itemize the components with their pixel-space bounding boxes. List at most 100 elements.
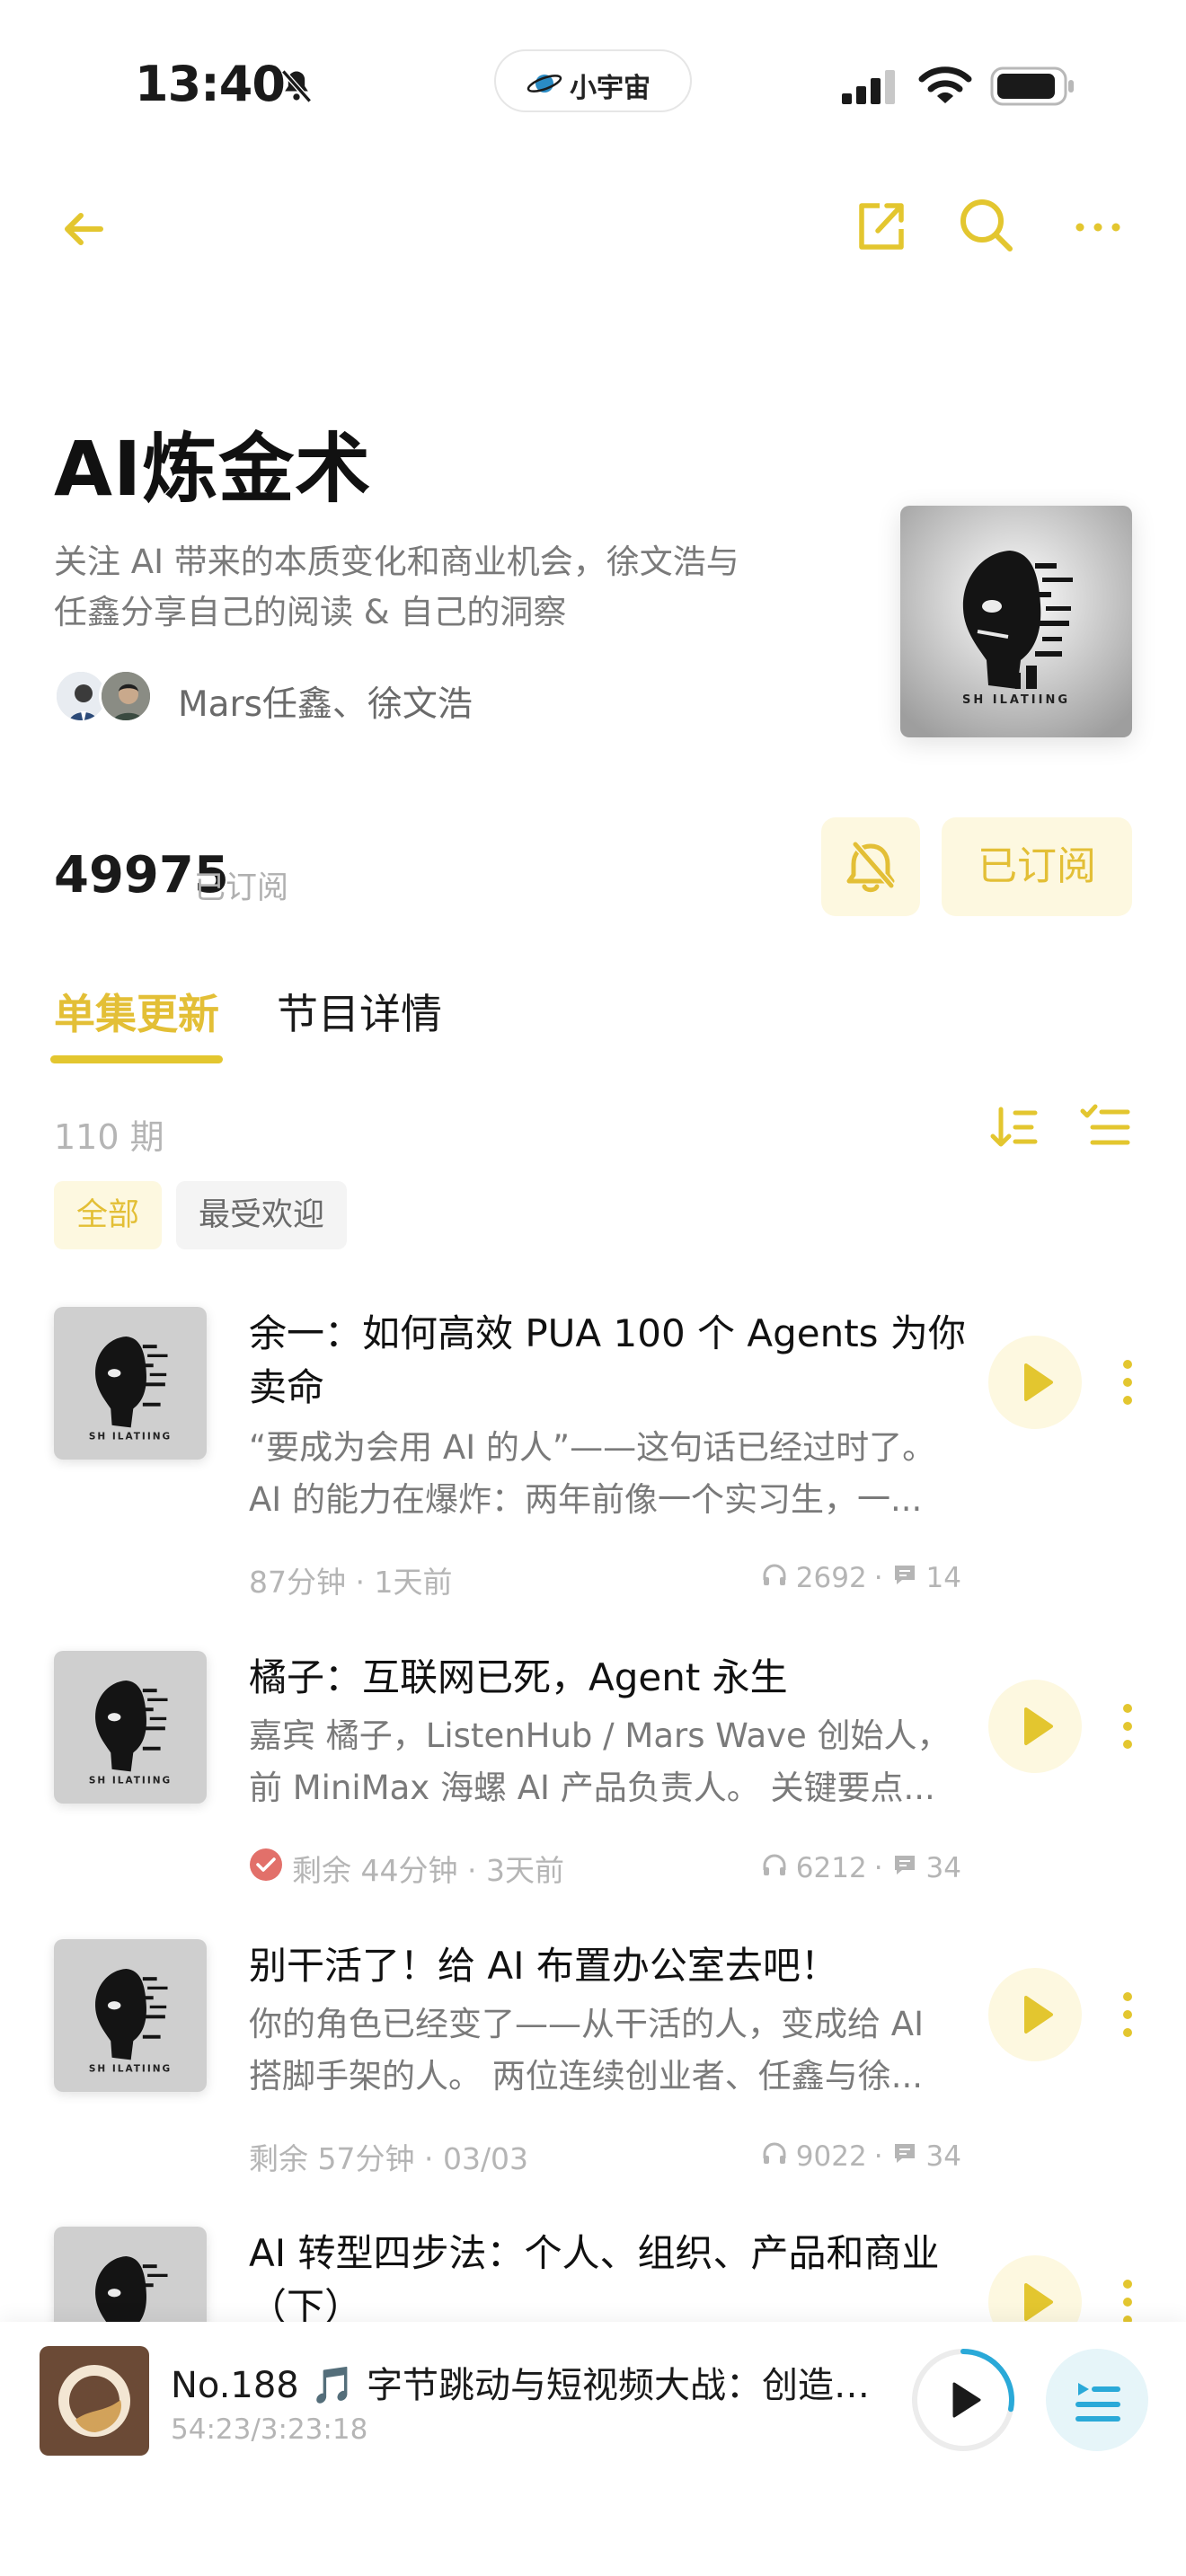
episode-title: 别干活了！给 AI 布置办公室去吧！ — [249, 1944, 838, 1988]
host-names: Mars任鑫、徐文浩 — [178, 684, 473, 725]
podcast-description-line: 任鑫分享自己的阅读 & 自己的洞察 — [54, 593, 567, 631]
comment-count: 14 — [925, 1562, 961, 1594]
completed-check-icon — [249, 1848, 283, 1889]
comment-icon — [890, 2139, 919, 2175]
comment-count: 34 — [925, 1852, 961, 1884]
podcast-title: AI炼金术 — [54, 425, 372, 513]
filter-list-button[interactable] — [1078, 1100, 1132, 1154]
episode-play-button[interactable] — [988, 1336, 1082, 1429]
bell-off-icon — [277, 66, 316, 110]
episode-duration-date: 剩余 44分钟 · 3天前 — [292, 1853, 564, 1888]
svg-text:SH ILATIING: SH ILATIING — [89, 1432, 172, 1442]
share-icon — [859, 203, 904, 250]
now-playing-time: 54:23/3:23:18 — [171, 2413, 368, 2446]
episode-cover-image: SH ILATIING — [54, 1939, 207, 2092]
play-icon — [1024, 1707, 1053, 1745]
progress-ring — [912, 2349, 1014, 2451]
cellular-signal-icon — [840, 68, 899, 108]
svg-text:SH ILATIING: SH ILATIING — [89, 1776, 172, 1786]
tab-episodes[interactable]: 单集更新 — [54, 982, 219, 1041]
episode-description-line: 你的角色已经变了——从干活的人，变成给 AI — [249, 2005, 924, 2043]
episode-duration-date: 87分钟 · 1天前 — [249, 1565, 453, 1600]
episode-description: 你的角色已经变了——从干活的人，变成给 AI 搭脚手架的人。 两位连续创业者、任… — [249, 1998, 959, 2103]
comment-icon — [890, 1560, 919, 1596]
episode-description-line: “要成为会用 AI 的人”——这句话已经过时了。 — [249, 1428, 936, 1467]
episode-more-button[interactable] — [1114, 1968, 1141, 2061]
playlist-icon — [1075, 2383, 1120, 2422]
back-button[interactable] — [54, 198, 117, 260]
mini-player[interactable]: No.188 🎵 字节跳动与短视频大战：创造不... 54:23/3:23:18 — [0, 2322, 1186, 2576]
subscribed-button[interactable]: 已订阅 — [942, 817, 1132, 916]
tab-active-indicator — [50, 1055, 223, 1063]
episode-description: “要成为会用 AI 的人”——这句话已经过时了。 AI 的能力在爆炸：两年前像一… — [249, 1422, 959, 1526]
planet-icon — [527, 69, 562, 101]
headphones-icon — [760, 1850, 789, 1886]
status-bar: 13:40 小宇宙 — [0, 0, 1186, 171]
cover-caption: SH ILATIING — [962, 693, 1070, 707]
play-icon — [1024, 1996, 1053, 2033]
episode-meta: 剩余 44分钟 · 3天前 — [249, 1847, 564, 1890]
episode-count: 110 期 — [54, 1117, 164, 1157]
podcast-description: 关注 AI 带来的本质变化和商业机会，徐文浩与 任鑫分享自己的阅读 & 自己的洞… — [54, 537, 845, 638]
svg-text:SH ILATIING: SH ILATIING — [89, 2064, 172, 2075]
play-icon — [1024, 1363, 1053, 1401]
bell-icon — [846, 842, 895, 893]
search-button[interactable] — [954, 193, 1017, 256]
headphones-icon — [760, 2139, 789, 2175]
comment-count: 34 — [925, 2140, 961, 2173]
play-icon — [952, 2382, 981, 2418]
episode-item[interactable]: SH ILATIING 余一：如何高效 PUA 100 个 Agents 为你卖… — [0, 1307, 1186, 1600]
app-brand-label: 小宇宙 — [570, 73, 651, 104]
filter-chip-popular[interactable]: 最受欢迎 — [176, 1181, 347, 1249]
episode-description-line: AI 的能力在爆炸：两年前像一个实习生，一... — [249, 1480, 923, 1519]
episode-title: 余一：如何高效 PUA 100 个 Agents 为你卖命 — [249, 1311, 966, 1409]
podcast-description-line: 关注 AI 带来的本质变化和商业机会，徐文浩与 — [54, 543, 739, 581]
episode-description-line: 前 MiniMax 海螺 AI 产品负责人。 关键要点... — [249, 1769, 935, 1807]
episode-description: 嘉宾 橘子，ListenHub / Mars Wave 创始人， 前 MiniM… — [249, 1710, 959, 1814]
more-vertical-icon — [1123, 1704, 1132, 1749]
mini-player-play-button[interactable] — [907, 2344, 1019, 2456]
list-check-icon — [1080, 1104, 1130, 1145]
episode-item[interactable]: SH ILATIING 橘子：互联网已死，Agent 永生 嘉宾 橘子，List… — [0, 1651, 1186, 1920]
episode-duration-date: 剩余 57分钟 · 03/03 — [249, 2141, 529, 2176]
episode-meta: 剩余 57分钟 · 03/03 — [249, 2135, 528, 2178]
filter-chip-all[interactable]: 全部 — [54, 1181, 162, 1249]
episode-stats: 9022 · 34 — [760, 2139, 961, 2175]
episode-meta: 87分钟 · 1天前 — [249, 1558, 452, 1601]
episode-description-line: 搭脚手架的人。 两位连续创业者、任鑫与徐... — [249, 2057, 924, 2095]
more-horizontal-icon — [1075, 223, 1120, 232]
comment-icon — [890, 1850, 919, 1886]
more-vertical-icon — [1123, 1360, 1132, 1405]
headphones-icon — [760, 1560, 789, 1596]
episode-stats: 6212 · 34 — [760, 1850, 961, 1886]
episode-play-button[interactable] — [988, 1968, 1082, 2061]
search-icon — [960, 199, 1013, 251]
battery-icon — [990, 66, 1076, 110]
share-button[interactable] — [849, 193, 912, 256]
listen-count: 9022 — [795, 2140, 867, 2173]
arrow-left-icon — [65, 213, 103, 245]
episode-more-button[interactable] — [1114, 1680, 1141, 1773]
more-options-button[interactable] — [1062, 193, 1134, 256]
sort-order-button[interactable] — [987, 1100, 1040, 1154]
podcast-cover-image: SH ILATIING — [900, 506, 1132, 737]
episode-cover-image: SH ILATIING — [54, 1651, 207, 1804]
host-avatar — [99, 669, 153, 723]
app-brand-pill[interactable]: 小宇宙 — [494, 49, 692, 112]
episode-title: AI 转型四步法：个人、组织、产品和商业（下） — [249, 2231, 940, 2329]
listen-count: 6212 — [795, 1852, 867, 1884]
playlist-queue-button[interactable] — [1046, 2349, 1148, 2451]
subscriber-label: 已订阅 — [194, 870, 289, 906]
episode-stats: 2692 · 14 — [760, 1560, 961, 1596]
episode-more-button[interactable] — [1114, 1336, 1141, 1429]
episode-cover-image: SH ILATIING — [54, 1307, 207, 1460]
episode-play-button[interactable] — [988, 1680, 1082, 1773]
notify-bell-button[interactable] — [821, 817, 920, 916]
now-playing-cover — [40, 2346, 149, 2456]
wifi-icon — [918, 65, 972, 110]
episode-description-line: 嘉宾 橘子，ListenHub / Mars Wave 创始人， — [249, 1716, 951, 1755]
tab-details[interactable]: 节目详情 — [277, 982, 442, 1041]
status-time: 13:40 — [135, 56, 286, 112]
episode-title: 橘子：互联网已死，Agent 永生 — [249, 1655, 788, 1699]
episode-item[interactable]: SH ILATIING 别干活了！给 AI 布置办公室去吧！ 你的角色已经变了—… — [0, 1939, 1186, 2209]
